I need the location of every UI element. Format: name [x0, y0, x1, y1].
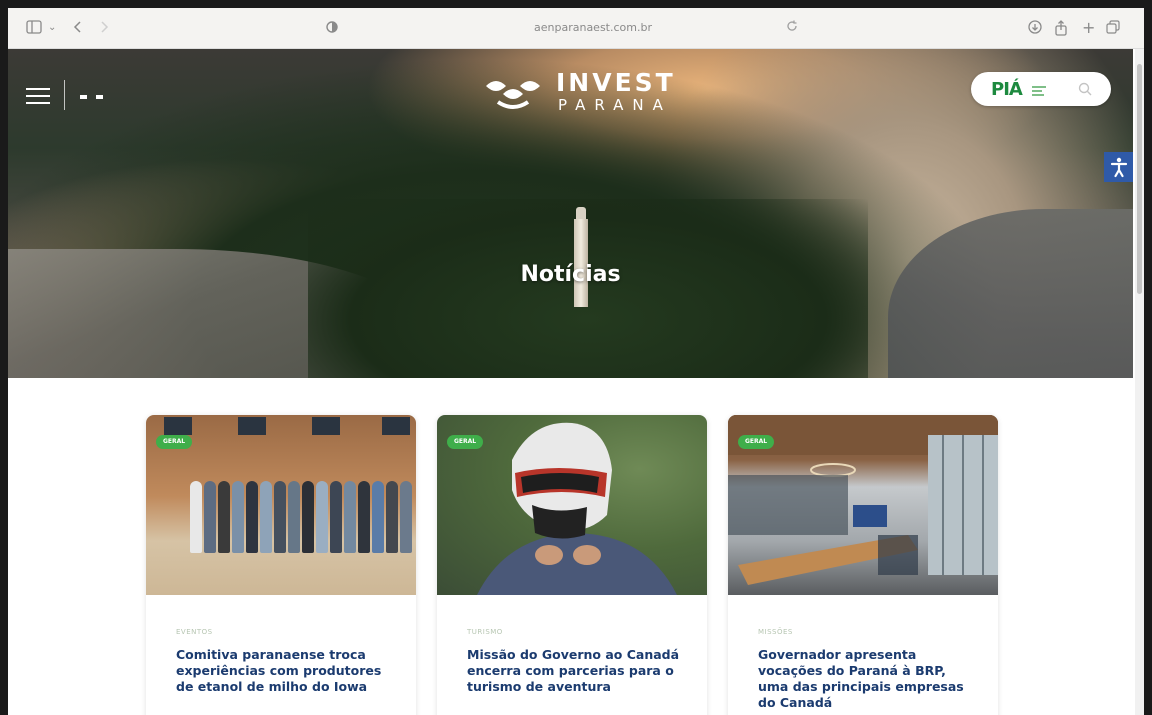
news-card-title[interactable]: Governador apresenta vocações do Paraná …: [758, 647, 973, 711]
download-icon[interactable]: [1028, 20, 1042, 38]
news-card-image[interactable]: GERAL: [437, 415, 707, 595]
logo-word: INVEST: [556, 68, 676, 97]
news-card[interactable]: GERAL MISSÕES Governador apresenta vocaç…: [728, 415, 998, 715]
browser-window: ⌄ aenparanaest.com.br + INVEST PARANA PI…: [8, 8, 1144, 715]
hero-forest: [308, 199, 868, 378]
forward-icon[interactable]: [100, 20, 110, 38]
news-card-title[interactable]: Comitiva paranaense troca experiências c…: [176, 647, 391, 695]
tabs-icon[interactable]: [1106, 20, 1120, 38]
menu-icon[interactable]: [26, 86, 50, 106]
logo-sub: PARANA: [558, 96, 672, 114]
news-card-image[interactable]: GERAL: [728, 415, 998, 595]
sidebar-icon[interactable]: [26, 20, 42, 38]
page-title: Notícias: [520, 262, 621, 287]
category-badge[interactable]: GERAL: [447, 435, 484, 449]
news-card-category: TURISMO: [467, 628, 503, 636]
news-card[interactable]: GERAL TURISMO Missão do Governo ao Canad…: [437, 415, 707, 715]
screenshot-frame: ⌄ aenparanaest.com.br + INVEST PARANA PI…: [0, 0, 1152, 715]
lighthouse-image: [574, 207, 588, 307]
accessibility-button[interactable]: [1104, 152, 1133, 182]
news-card[interactable]: GERAL EVENTOS Comitiva paranaense troca …: [146, 415, 416, 715]
category-badge[interactable]: GERAL: [738, 435, 775, 449]
header-divider: [64, 80, 65, 110]
pia-logo: PIÁ: [991, 79, 1023, 100]
shield-icon[interactable]: [326, 20, 338, 38]
address-bar[interactable]: aenparanaest.com.br: [508, 20, 678, 36]
accessibility-icon: [1110, 157, 1127, 178]
search-icon[interactable]: [1077, 81, 1093, 97]
hero-sea-right: [888, 209, 1133, 378]
invest-parana-logo[interactable]: INVEST PARANA: [478, 66, 698, 118]
share-icon[interactable]: [1054, 20, 1068, 40]
logo-mark-icon: [486, 81, 540, 109]
chevron-down-icon[interactable]: ⌄: [48, 20, 56, 36]
pia-search-box[interactable]: PIÁ: [971, 72, 1111, 106]
language-flag-icon-2[interactable]: [96, 95, 103, 99]
news-card-image[interactable]: GERAL: [146, 415, 416, 595]
pia-lines-icon: [1032, 86, 1046, 98]
news-card-category: MISSÕES: [758, 628, 793, 636]
reload-icon[interactable]: [786, 20, 798, 36]
new-tab-icon[interactable]: +: [1082, 20, 1095, 36]
browser-toolbar: ⌄ aenparanaest.com.br +: [8, 8, 1144, 49]
category-badge[interactable]: GERAL: [156, 435, 193, 449]
news-card-category: EVENTOS: [176, 628, 213, 636]
news-card-title[interactable]: Missão do Governo ao Canadá encerra com …: [467, 647, 682, 695]
language-flag-icon[interactable]: [80, 95, 87, 99]
back-icon[interactable]: [72, 20, 82, 38]
scrollbar-thumb[interactable]: [1137, 64, 1142, 294]
